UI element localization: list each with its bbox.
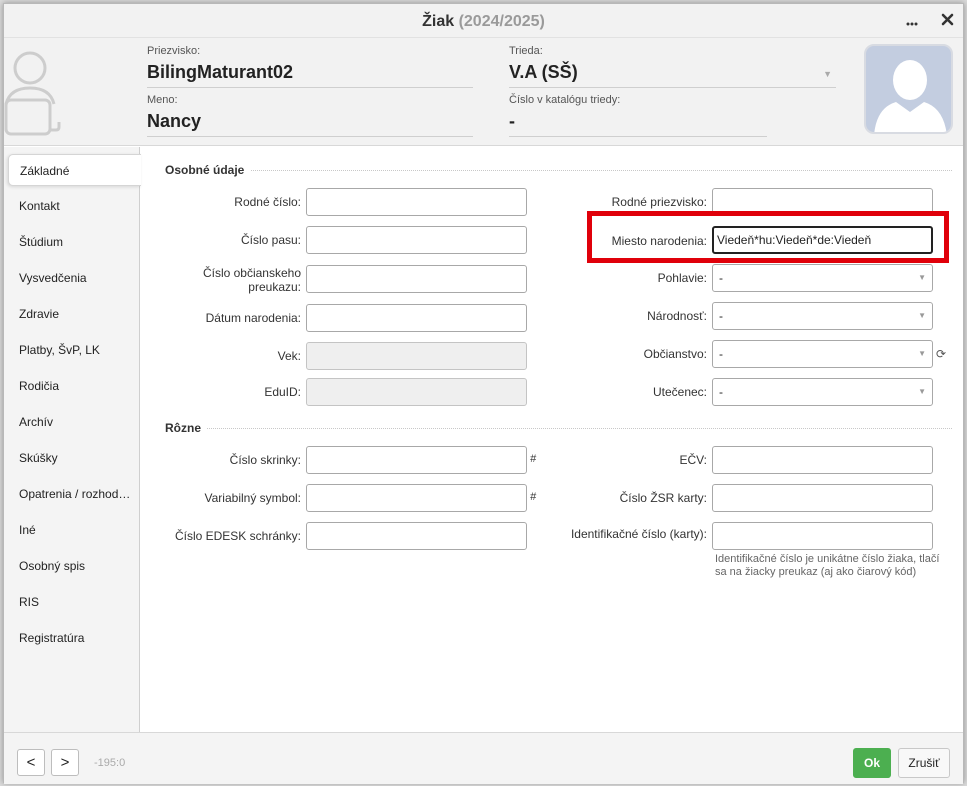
zsr-card-label: Číslo ŽSR karty: bbox=[619, 491, 707, 505]
dialog-title-text: Žiak bbox=[422, 13, 455, 30]
sidebar-item-registratura[interactable]: Registratúra bbox=[8, 622, 140, 654]
age-input bbox=[306, 342, 527, 370]
section-title-personal: Osobné údaje bbox=[153, 163, 251, 177]
zsr-card-input[interactable] bbox=[712, 484, 933, 512]
chevron-down-icon[interactable]: ▼ bbox=[918, 341, 926, 367]
sidebar-item-vysvedcenia[interactable]: Vysvedčenia bbox=[8, 262, 140, 294]
eduid-input bbox=[306, 378, 527, 406]
record-position: -195:0 bbox=[94, 757, 126, 769]
refresh-icon[interactable]: ⟳ bbox=[936, 347, 946, 361]
passport-number-input[interactable] bbox=[306, 226, 527, 254]
next-button[interactable]: > bbox=[51, 749, 79, 776]
close-icon[interactable] bbox=[937, 12, 957, 32]
license-plate-input[interactable] bbox=[712, 446, 933, 474]
user-laptop-icon bbox=[4, 51, 61, 136]
school-year: (2024/2025) bbox=[458, 13, 545, 30]
refugee-select[interactable]: - ▼ bbox=[712, 378, 933, 406]
card-id-hint: Identifikačné číslo je unikátne číslo ži… bbox=[715, 553, 940, 578]
birth-surname-label: Rodné priezvisko: bbox=[611, 195, 707, 209]
sidebar-item-zakladne[interactable]: Základné bbox=[8, 154, 141, 186]
surname-label: Priezvisko: bbox=[147, 45, 201, 57]
sidebar-item-osobny-spis[interactable]: Osobný spis bbox=[8, 550, 140, 582]
gender-value: - bbox=[719, 271, 723, 285]
gender-select[interactable]: - ▼ bbox=[712, 264, 933, 292]
nationality-label: Národnosť: bbox=[647, 309, 707, 323]
sidebar-item-archiv[interactable]: Archív bbox=[8, 406, 140, 438]
ellipsis-icon[interactable] bbox=[902, 12, 922, 32]
variable-symbol-label: Variabilný symbol: bbox=[204, 491, 301, 505]
name-label: Meno: bbox=[147, 94, 178, 106]
section-divider bbox=[153, 428, 952, 429]
name-field: Meno: Nancy bbox=[147, 94, 473, 137]
class-value[interactable]: V.A (SŠ) bbox=[509, 60, 836, 88]
card-id-label: Identifikačné číslo (karty): bbox=[570, 527, 707, 541]
id-card-number-label-line2: preukazu: bbox=[248, 280, 301, 294]
student-dialog: Žiak (2024/2025) Priezvisko: BilingMatur… bbox=[3, 3, 964, 784]
citizenship-value: - bbox=[719, 347, 723, 361]
locker-number-label: Číslo skrinky: bbox=[229, 453, 301, 467]
locker-number-input[interactable] bbox=[306, 446, 527, 474]
highlight-box bbox=[587, 211, 949, 263]
prev-button[interactable]: < bbox=[17, 749, 45, 776]
sidebar-item-zdravie[interactable]: Zdravie bbox=[8, 298, 140, 330]
catalog-number-value: - bbox=[509, 109, 767, 137]
nationality-select[interactable]: - ▼ bbox=[712, 302, 933, 330]
ok-button[interactable]: Ok bbox=[853, 748, 891, 778]
id-card-number-label-line1: Číslo občianskeho bbox=[202, 266, 301, 280]
student-header: Priezvisko: BilingMaturant02 Meno: Nancy… bbox=[4, 38, 963, 146]
surname-field: Priezvisko: BilingMaturant02 bbox=[147, 45, 473, 88]
chevron-down-icon[interactable]: ▼ bbox=[918, 265, 926, 291]
sidebar-item-kontakt[interactable]: Kontakt bbox=[8, 190, 140, 222]
license-plate-label: EČV: bbox=[679, 453, 707, 467]
catalog-number-label: Číslo v katalógu triedy: bbox=[509, 94, 621, 106]
refugee-value: - bbox=[719, 385, 723, 399]
citizenship-select[interactable]: - ▼ bbox=[712, 340, 933, 368]
sidebar-nav: Základné Kontakt Štúdium Vysvedčenia Zdr… bbox=[4, 147, 141, 732]
sidebar-item-rodicia[interactable]: Rodičia bbox=[8, 370, 140, 402]
section-divider bbox=[153, 170, 952, 171]
cancel-button[interactable]: Zrušiť bbox=[898, 748, 950, 778]
sidebar-item-platby[interactable]: Platby, ŠvP, LK bbox=[8, 334, 140, 366]
surname-value[interactable]: BilingMaturant02 bbox=[147, 60, 473, 88]
edesk-label: Číslo EDESK schránky: bbox=[174, 529, 301, 543]
variable-symbol-input[interactable] bbox=[306, 484, 527, 512]
sidebar-item-skusky[interactable]: Skúšky bbox=[8, 442, 140, 474]
dialog-titlebar: Žiak (2024/2025) bbox=[4, 4, 963, 38]
student-photo[interactable] bbox=[864, 44, 953, 134]
chevron-down-icon[interactable]: ▼ bbox=[823, 69, 832, 79]
gender-label: Pohlavie: bbox=[657, 271, 707, 285]
name-value[interactable]: Nancy bbox=[147, 109, 473, 137]
dialog-footer: < > -195:0 Ok Zrušiť bbox=[4, 732, 963, 784]
sidebar-item-studium[interactable]: Štúdium bbox=[8, 226, 140, 258]
id-card-number-label: Číslo občianskeho preukazu: bbox=[141, 266, 301, 294]
class-label: Trieda: bbox=[509, 45, 543, 57]
nationality-value: - bbox=[719, 309, 723, 323]
sidebar-item-ine[interactable]: Iné bbox=[8, 514, 140, 546]
edesk-input[interactable] bbox=[306, 522, 527, 550]
chevron-down-icon[interactable]: ▼ bbox=[918, 303, 926, 329]
id-card-number-input[interactable] bbox=[306, 265, 527, 293]
citizenship-label: Občianstvo: bbox=[643, 347, 707, 361]
class-field[interactable]: Trieda: V.A (SŠ) ▼ bbox=[509, 45, 836, 88]
chevron-down-icon[interactable]: ▼ bbox=[918, 379, 926, 405]
card-id-input[interactable] bbox=[712, 522, 933, 550]
age-label: Vek: bbox=[277, 349, 301, 363]
birth-date-label: Dátum narodenia: bbox=[205, 311, 301, 325]
section-title-other: Rôzne bbox=[153, 421, 207, 435]
birth-date-input[interactable] bbox=[306, 304, 527, 332]
catalog-number-field: Číslo v katalógu triedy: - bbox=[509, 94, 767, 137]
refugee-label: Utečenec: bbox=[652, 385, 707, 399]
passport-number-label: Číslo pasu: bbox=[240, 233, 301, 247]
sidebar-item-opatrenia[interactable]: Opatrenia / rozhodnutia bbox=[8, 478, 140, 510]
person-silhouette-icon bbox=[874, 60, 947, 132]
sidebar-item-ris[interactable]: RIS bbox=[8, 586, 140, 618]
birth-number-label: Rodné číslo: bbox=[234, 195, 301, 209]
birth-number-input[interactable] bbox=[306, 188, 527, 216]
eduid-label: EduID: bbox=[264, 385, 301, 399]
dialog-title: Žiak (2024/2025) bbox=[4, 13, 963, 31]
